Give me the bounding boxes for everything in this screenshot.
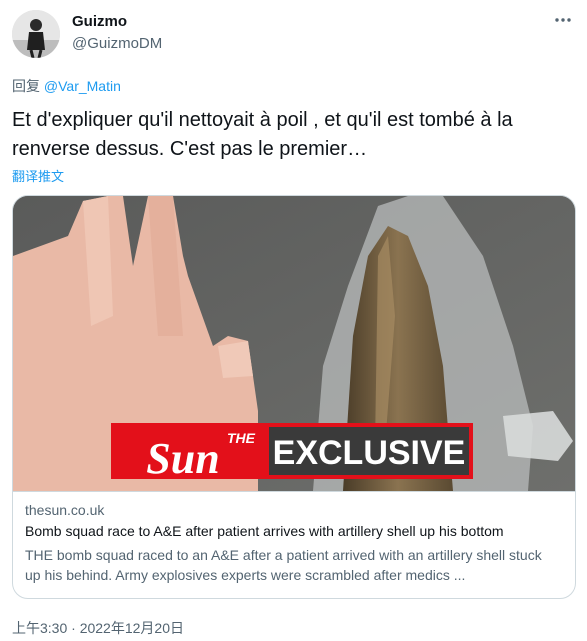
- card-meta: thesun.co.uk Bomb squad race to A&E afte…: [13, 491, 575, 598]
- reply-prefix: 回复: [12, 78, 40, 94]
- tweet-timestamp[interactable]: 上午3:30 · 2022年12月20日: [12, 618, 184, 638]
- sun-logo-main: Sun: [146, 434, 219, 483]
- card-description: THE bomb squad raced to an A&E after a p…: [25, 547, 542, 583]
- avatar-photo: [12, 10, 60, 58]
- card-photo: THE Sun EXCLUSIVE: [13, 196, 575, 491]
- card-image: THE Sun EXCLUSIVE: [13, 196, 575, 491]
- author-handle[interactable]: @GuizmoDM: [72, 35, 162, 52]
- card-title: Bomb squad race to A&E after patient arr…: [25, 523, 504, 539]
- translate-tweet-link[interactable]: 翻译推文: [12, 166, 64, 185]
- exclusive-banner: EXCLUSIVE: [273, 434, 466, 472]
- reply-mention-link[interactable]: @Var_Matin: [44, 78, 121, 94]
- card-domain: thesun.co.uk: [25, 502, 105, 518]
- avatar[interactable]: [12, 10, 60, 58]
- tweet-text: Et d'expliquer qu'il nettoyait à poil , …: [12, 109, 513, 160]
- reply-context: 回复 @Var_Matin: [12, 76, 121, 96]
- sun-logo-small: THE: [227, 430, 256, 446]
- more-horizontal-icon: [555, 18, 571, 22]
- author-name[interactable]: Guizmo: [72, 13, 127, 30]
- more-options-icon[interactable]: [553, 10, 573, 35]
- link-card[interactable]: THE Sun EXCLUSIVE thesun.co.uk Bomb squa…: [12, 195, 576, 599]
